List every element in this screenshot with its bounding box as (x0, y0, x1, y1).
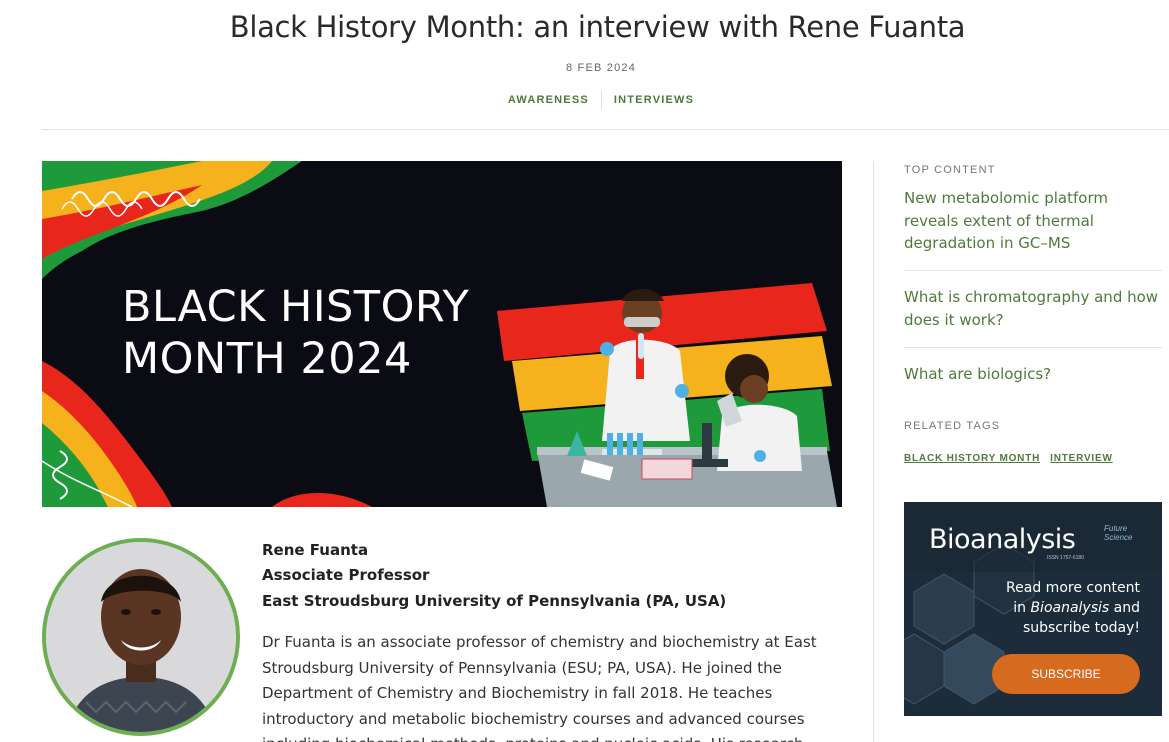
bio-line: Department of Chemistry and Biochemistry… (262, 684, 773, 703)
article-date: 8 FEB 2024 (565, 62, 637, 74)
top-content-link-metabolomic[interactable]: New metabolomic platform reveals extent … (904, 187, 1166, 255)
link-line: does it work? (904, 310, 1004, 329)
bio-line: including biochemical methods, proteins … (262, 732, 832, 742)
category-interviews[interactable]: INTERVIEWS (602, 94, 706, 106)
ad-copy: Read more content in Bioanalysis and sub… (980, 578, 1140, 638)
tag-interview[interactable]: INTERVIEW (1050, 453, 1113, 464)
related-tags-heading: RELATED TAGS (904, 420, 1001, 432)
top-content-link-chromatography[interactable]: What is chromatography and how does it w… (904, 286, 1166, 331)
interviewee-role: Associate Professor (262, 566, 430, 584)
bio-line: Stroudsburg University of Pennsylvania (… (262, 658, 782, 677)
ad-journal-name: Bioanalysis (1030, 600, 1110, 616)
hero-heading-line2: MONTH 2024 (122, 334, 412, 384)
bioanalysis-ad[interactable]: Bioanalysis ISSN 1757-6180 Future Scienc… (904, 502, 1162, 716)
interviewee-name: Rene Fuanta (262, 541, 369, 559)
ad-publisher: Future Science (1104, 524, 1132, 542)
subscribe-button[interactable]: SUBSCRIBE (992, 654, 1140, 694)
category-list: AWARENESS INTERVIEWS (0, 91, 1169, 109)
ad-copy-line: Read more content (1006, 580, 1140, 596)
ad-copy-line: in Bioanalysis and (980, 598, 1140, 618)
ad-copy-text: in (1013, 600, 1031, 616)
sidebar-rule (904, 347, 1162, 348)
sidebar-divider (873, 161, 874, 742)
article-title: Black History Month: an interview with R… (229, 10, 966, 44)
category-awareness[interactable]: AWARENESS (496, 94, 601, 106)
ad-copy-text: and (1109, 600, 1140, 616)
top-content-link-biologics[interactable]: What are biologics? (904, 363, 1166, 386)
ad-logo: Bioanalysis (929, 524, 1076, 555)
portrait-image (46, 542, 236, 732)
header-divider (42, 129, 1169, 130)
avatar (42, 538, 240, 736)
ad-issn: ISSN 1757-6180 (1047, 555, 1084, 561)
top-content-heading: TOP CONTENT (904, 164, 996, 176)
interviewee-institution: East Stroudsburg University of Pennsylva… (262, 592, 727, 610)
publisher-line: Future (1104, 524, 1128, 533)
link-line: New metabolomic platform (904, 189, 1108, 207)
hero-heading: BLACK HISTORY MONTH 2024 (122, 281, 469, 385)
bio-line: introductory and metabolic biochemistry … (262, 709, 805, 728)
publisher-line: Science (1104, 533, 1133, 542)
ad-copy-line: subscribe today! (1022, 620, 1140, 636)
link-line: degradation in GC–MS (904, 234, 1071, 252)
hero-heading-line1: BLACK HISTORY (122, 282, 470, 332)
bio-line: Dr Fuanta is an associate professor of c… (262, 633, 817, 651)
link-line: reveals extent of thermal (904, 211, 1094, 230)
bio-paragraph: Dr Fuanta is an associate professor of c… (262, 630, 832, 742)
link-line: What are biologics? (904, 365, 1052, 383)
related-tags: BLACK HISTORY MONTH INTERVIEW (904, 453, 1113, 464)
link-line: What is chromatography and how (904, 288, 1159, 306)
sidebar-rule (904, 270, 1162, 271)
tag-black-history-month[interactable]: BLACK HISTORY MONTH (904, 453, 1040, 464)
hero-banner: BLACK HISTORY MONTH 2024 (42, 161, 842, 507)
